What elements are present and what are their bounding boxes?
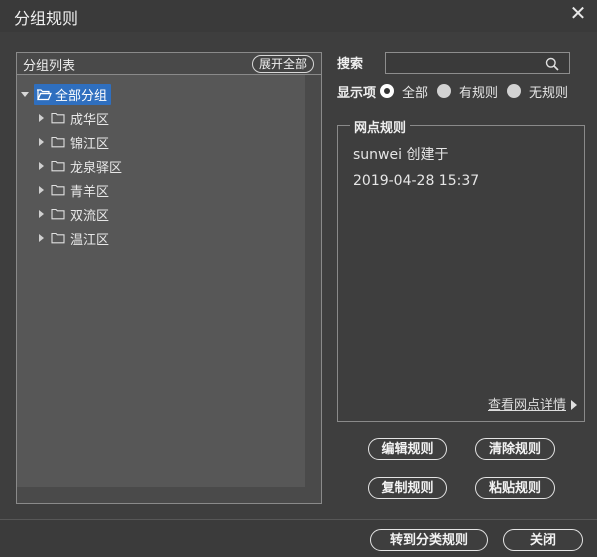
copy-rule-button[interactable]: 复制规则	[368, 477, 447, 499]
expand-all-button[interactable]: 展开全部	[251, 55, 314, 73]
search-icon[interactable]	[545, 56, 559, 75]
tree-item-label: 温江区	[70, 232, 110, 248]
radio-all[interactable]	[380, 84, 395, 98]
folder-icon	[51, 160, 65, 172]
folder-icon	[51, 184, 65, 196]
close-button[interactable]: 关闭	[503, 529, 583, 551]
caret-down-icon[interactable]	[21, 91, 29, 97]
caret-right-icon[interactable]	[39, 234, 44, 242]
caret-right-icon[interactable]	[39, 138, 44, 146]
triangle-right-icon[interactable]	[571, 400, 577, 410]
caret-right-icon[interactable]	[39, 114, 44, 122]
tree-item-label: 青羊区	[70, 184, 110, 200]
group-list-panel: 分组列表 展开全部 全部分组 成华区 锦江区 龙泉驿区 青羊区 双流区 温江区	[16, 52, 322, 504]
dialog-title: 分组规则	[14, 9, 79, 28]
folder-icon	[51, 208, 65, 220]
tree-item-label: 双流区	[70, 208, 110, 224]
caret-right-icon[interactable]	[39, 162, 44, 170]
horizontal-scrollbar[interactable]	[17, 487, 321, 503]
tree-item-label: 全部分组	[55, 88, 108, 104]
tree-item-label: 锦江区	[70, 136, 110, 152]
paste-rule-button[interactable]: 粘贴规则	[475, 477, 555, 499]
tree-item-jinjiang[interactable]: 锦江区	[39, 131, 109, 153]
go-to-category-rule-button[interactable]: 转到分类规则	[370, 529, 488, 551]
group-rule-dialog: 分组规则 ✕ 分组列表 展开全部 全部分组 成华区 锦江区 龙泉驿区 青羊区 双…	[0, 0, 597, 557]
tree-item-label: 龙泉驿区	[70, 160, 123, 176]
display-filter: 显示项 全部 有规则 无规则	[337, 82, 577, 101]
search-input[interactable]	[390, 55, 540, 71]
tree-item-label: 成华区	[70, 112, 110, 128]
radio-no-rule-label[interactable]: 无规则	[529, 82, 568, 101]
outlet-rule-legend: 网点规则	[350, 117, 411, 136]
clear-rule-button[interactable]: 清除规则	[475, 438, 555, 460]
display-label: 显示项	[337, 85, 377, 101]
rule-created-time: 2019-04-28 15:37	[353, 173, 480, 189]
tree-item-longquanyi[interactable]: 龙泉驿区	[39, 155, 122, 177]
radio-all-label[interactable]: 全部	[402, 82, 428, 101]
caret-right-icon[interactable]	[39, 186, 44, 194]
search-box	[385, 52, 570, 74]
tree-item-shuangliu[interactable]: 双流区	[39, 203, 109, 225]
folder-icon	[51, 136, 65, 148]
outlet-rule-panel: 网点规则 sunwei 创建于 2019-04-28 15:37 查看网点详情	[337, 117, 585, 422]
tree-item-all-groups[interactable]: 全部分组	[21, 83, 112, 105]
caret-right-icon[interactable]	[39, 210, 44, 218]
folder-icon	[51, 112, 65, 124]
group-list-header: 分组列表 展开全部	[17, 53, 321, 75]
search-label: 搜索	[337, 57, 364, 72]
title-bar: 分组规则 ✕	[0, 0, 597, 32]
view-outlet-details-link[interactable]: 查看网点详情	[488, 394, 566, 413]
tree-item-wenjiang[interactable]: 温江区	[39, 227, 109, 249]
edit-rule-button[interactable]: 编辑规则	[368, 438, 447, 460]
group-list-title: 分组列表	[23, 59, 76, 74]
radio-has-rule[interactable]	[437, 84, 452, 98]
radio-no-rule[interactable]	[507, 84, 522, 98]
folder-open-icon	[36, 88, 52, 101]
vertical-scrollbar[interactable]	[305, 75, 321, 487]
rule-creator-text: sunwei 创建于	[353, 147, 449, 163]
radio-has-rule-label[interactable]: 有规则	[459, 82, 498, 101]
folder-icon	[51, 232, 65, 244]
tree-item-chenghua[interactable]: 成华区	[39, 107, 109, 129]
close-icon[interactable]: ✕	[569, 3, 587, 23]
tree-item-selected-highlight: 全部分组	[34, 83, 112, 105]
tree-item-qingyang[interactable]: 青羊区	[39, 179, 109, 201]
